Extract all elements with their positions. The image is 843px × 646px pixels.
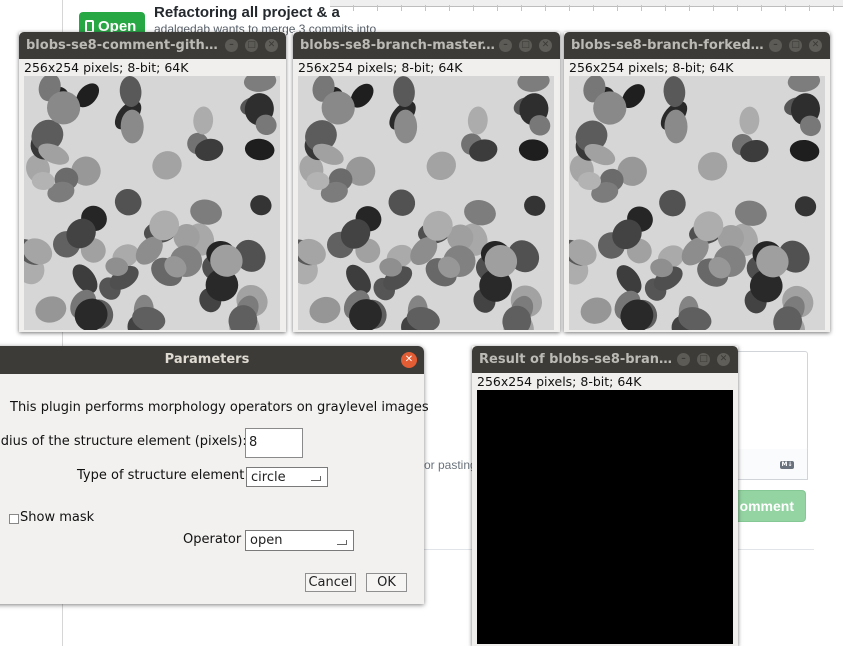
- comment-textarea[interactable]: [733, 351, 808, 451]
- image-info: 256x254 pixels; 8-bit; 64K: [24, 60, 189, 75]
- structure-type-label: Type of structure element: [77, 468, 245, 483]
- close-icon[interactable]: ✕: [717, 353, 730, 366]
- show-mask-label[interactable]: Show mask: [20, 510, 94, 525]
- background-toolbar: [330, 0, 843, 11]
- comment-button[interactable]: omment: [733, 490, 806, 522]
- close-icon[interactable]: ✕: [265, 39, 278, 52]
- dropdown-icon: [311, 476, 321, 481]
- blobs-image[interactable]: [569, 76, 825, 330]
- result-window[interactable]: Result of blobs-se8-branc... – □ ✕ 256x2…: [472, 346, 738, 646]
- minimize-icon[interactable]: –: [769, 39, 782, 52]
- radius-input[interactable]: 8: [245, 428, 303, 458]
- plugin-description: This plugin performs morphology operator…: [10, 400, 429, 415]
- ok-button[interactable]: OK: [366, 573, 407, 592]
- blobs-image[interactable]: [24, 76, 280, 330]
- window-title: Result of blobs-se8-branc...: [479, 352, 675, 367]
- blobs-graphic: [569, 76, 825, 330]
- maximize-icon[interactable]: □: [519, 39, 532, 52]
- minimize-icon[interactable]: –: [677, 353, 690, 366]
- paste-hint: or pasting: [424, 458, 477, 472]
- close-icon[interactable]: ✕: [401, 352, 417, 368]
- parameters-dialog[interactable]: Parameters ✕ This plugin performs morpho…: [0, 346, 429, 604]
- dialog-titlebar[interactable]: Parameters ✕: [0, 346, 424, 374]
- structure-type-select[interactable]: circle: [246, 467, 328, 487]
- dialog-title: Parameters: [164, 352, 250, 367]
- maximize-icon[interactable]: □: [245, 39, 258, 52]
- window-title: blobs-se8-branch-forked.j...: [571, 38, 767, 53]
- comment-footer: [733, 449, 808, 480]
- pr-title[interactable]: Refactoring all project & a: [154, 4, 340, 21]
- blobs-graphic: [298, 76, 554, 330]
- maximize-icon[interactable]: □: [789, 39, 802, 52]
- image-window-comment[interactable]: blobs-se8-comment-githu... – □ ✕ 256x254…: [19, 32, 286, 332]
- structure-type-value: circle: [251, 469, 286, 485]
- result-image[interactable]: [477, 390, 733, 644]
- operator-value: open: [250, 533, 283, 548]
- image-info: 256x254 pixels; 8-bit; 64K: [298, 60, 463, 75]
- dropdown-icon: [337, 540, 347, 545]
- minimize-icon[interactable]: –: [499, 39, 512, 52]
- image-info: 256x254 pixels; 8-bit; 64K: [477, 374, 642, 389]
- window-titlebar[interactable]: blobs-se8-comment-githu... – □ ✕: [19, 32, 286, 59]
- window-titlebar[interactable]: blobs-se8-branch-forked.j... – □ ✕: [564, 32, 830, 59]
- image-window-forked[interactable]: blobs-se8-branch-forked.j... – □ ✕ 256x2…: [564, 32, 830, 332]
- window-title: blobs-se8-branch-master.j...: [300, 38, 496, 53]
- image-window-master[interactable]: blobs-se8-branch-master.j... – □ ✕ 256x2…: [293, 32, 560, 332]
- operator-select[interactable]: open: [245, 530, 354, 551]
- window-titlebar[interactable]: blobs-se8-branch-master.j... – □ ✕: [293, 32, 560, 59]
- close-icon[interactable]: ✕: [809, 39, 822, 52]
- operator-label: Operator: [183, 532, 242, 547]
- blobs-graphic: [24, 76, 280, 330]
- close-icon[interactable]: ✕: [539, 39, 552, 52]
- cancel-button[interactable]: Cancel: [305, 573, 356, 592]
- pull-request-icon: [85, 19, 94, 33]
- window-title: blobs-se8-comment-githu...: [26, 38, 222, 53]
- maximize-icon[interactable]: □: [697, 353, 710, 366]
- blobs-image[interactable]: [298, 76, 554, 330]
- image-info: 256x254 pixels; 8-bit; 64K: [569, 60, 734, 75]
- radius-label: Radius of the structure element (pixels)…: [0, 434, 247, 449]
- markdown-icon[interactable]: M↓: [780, 461, 794, 469]
- show-mask-checkbox[interactable]: [9, 514, 19, 524]
- window-titlebar[interactable]: Result of blobs-se8-branc... – □ ✕: [472, 346, 738, 373]
- minimize-icon[interactable]: –: [225, 39, 238, 52]
